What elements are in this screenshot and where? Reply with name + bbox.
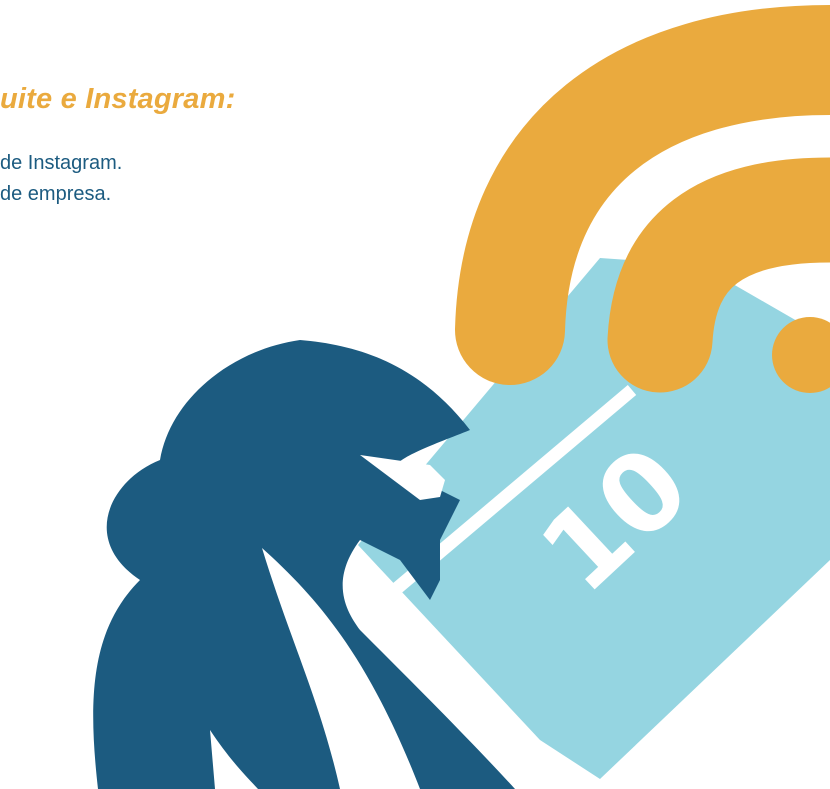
wifi-signal-icon bbox=[455, 5, 830, 393]
ticket-hand-illustration: 10 bbox=[93, 5, 830, 789]
